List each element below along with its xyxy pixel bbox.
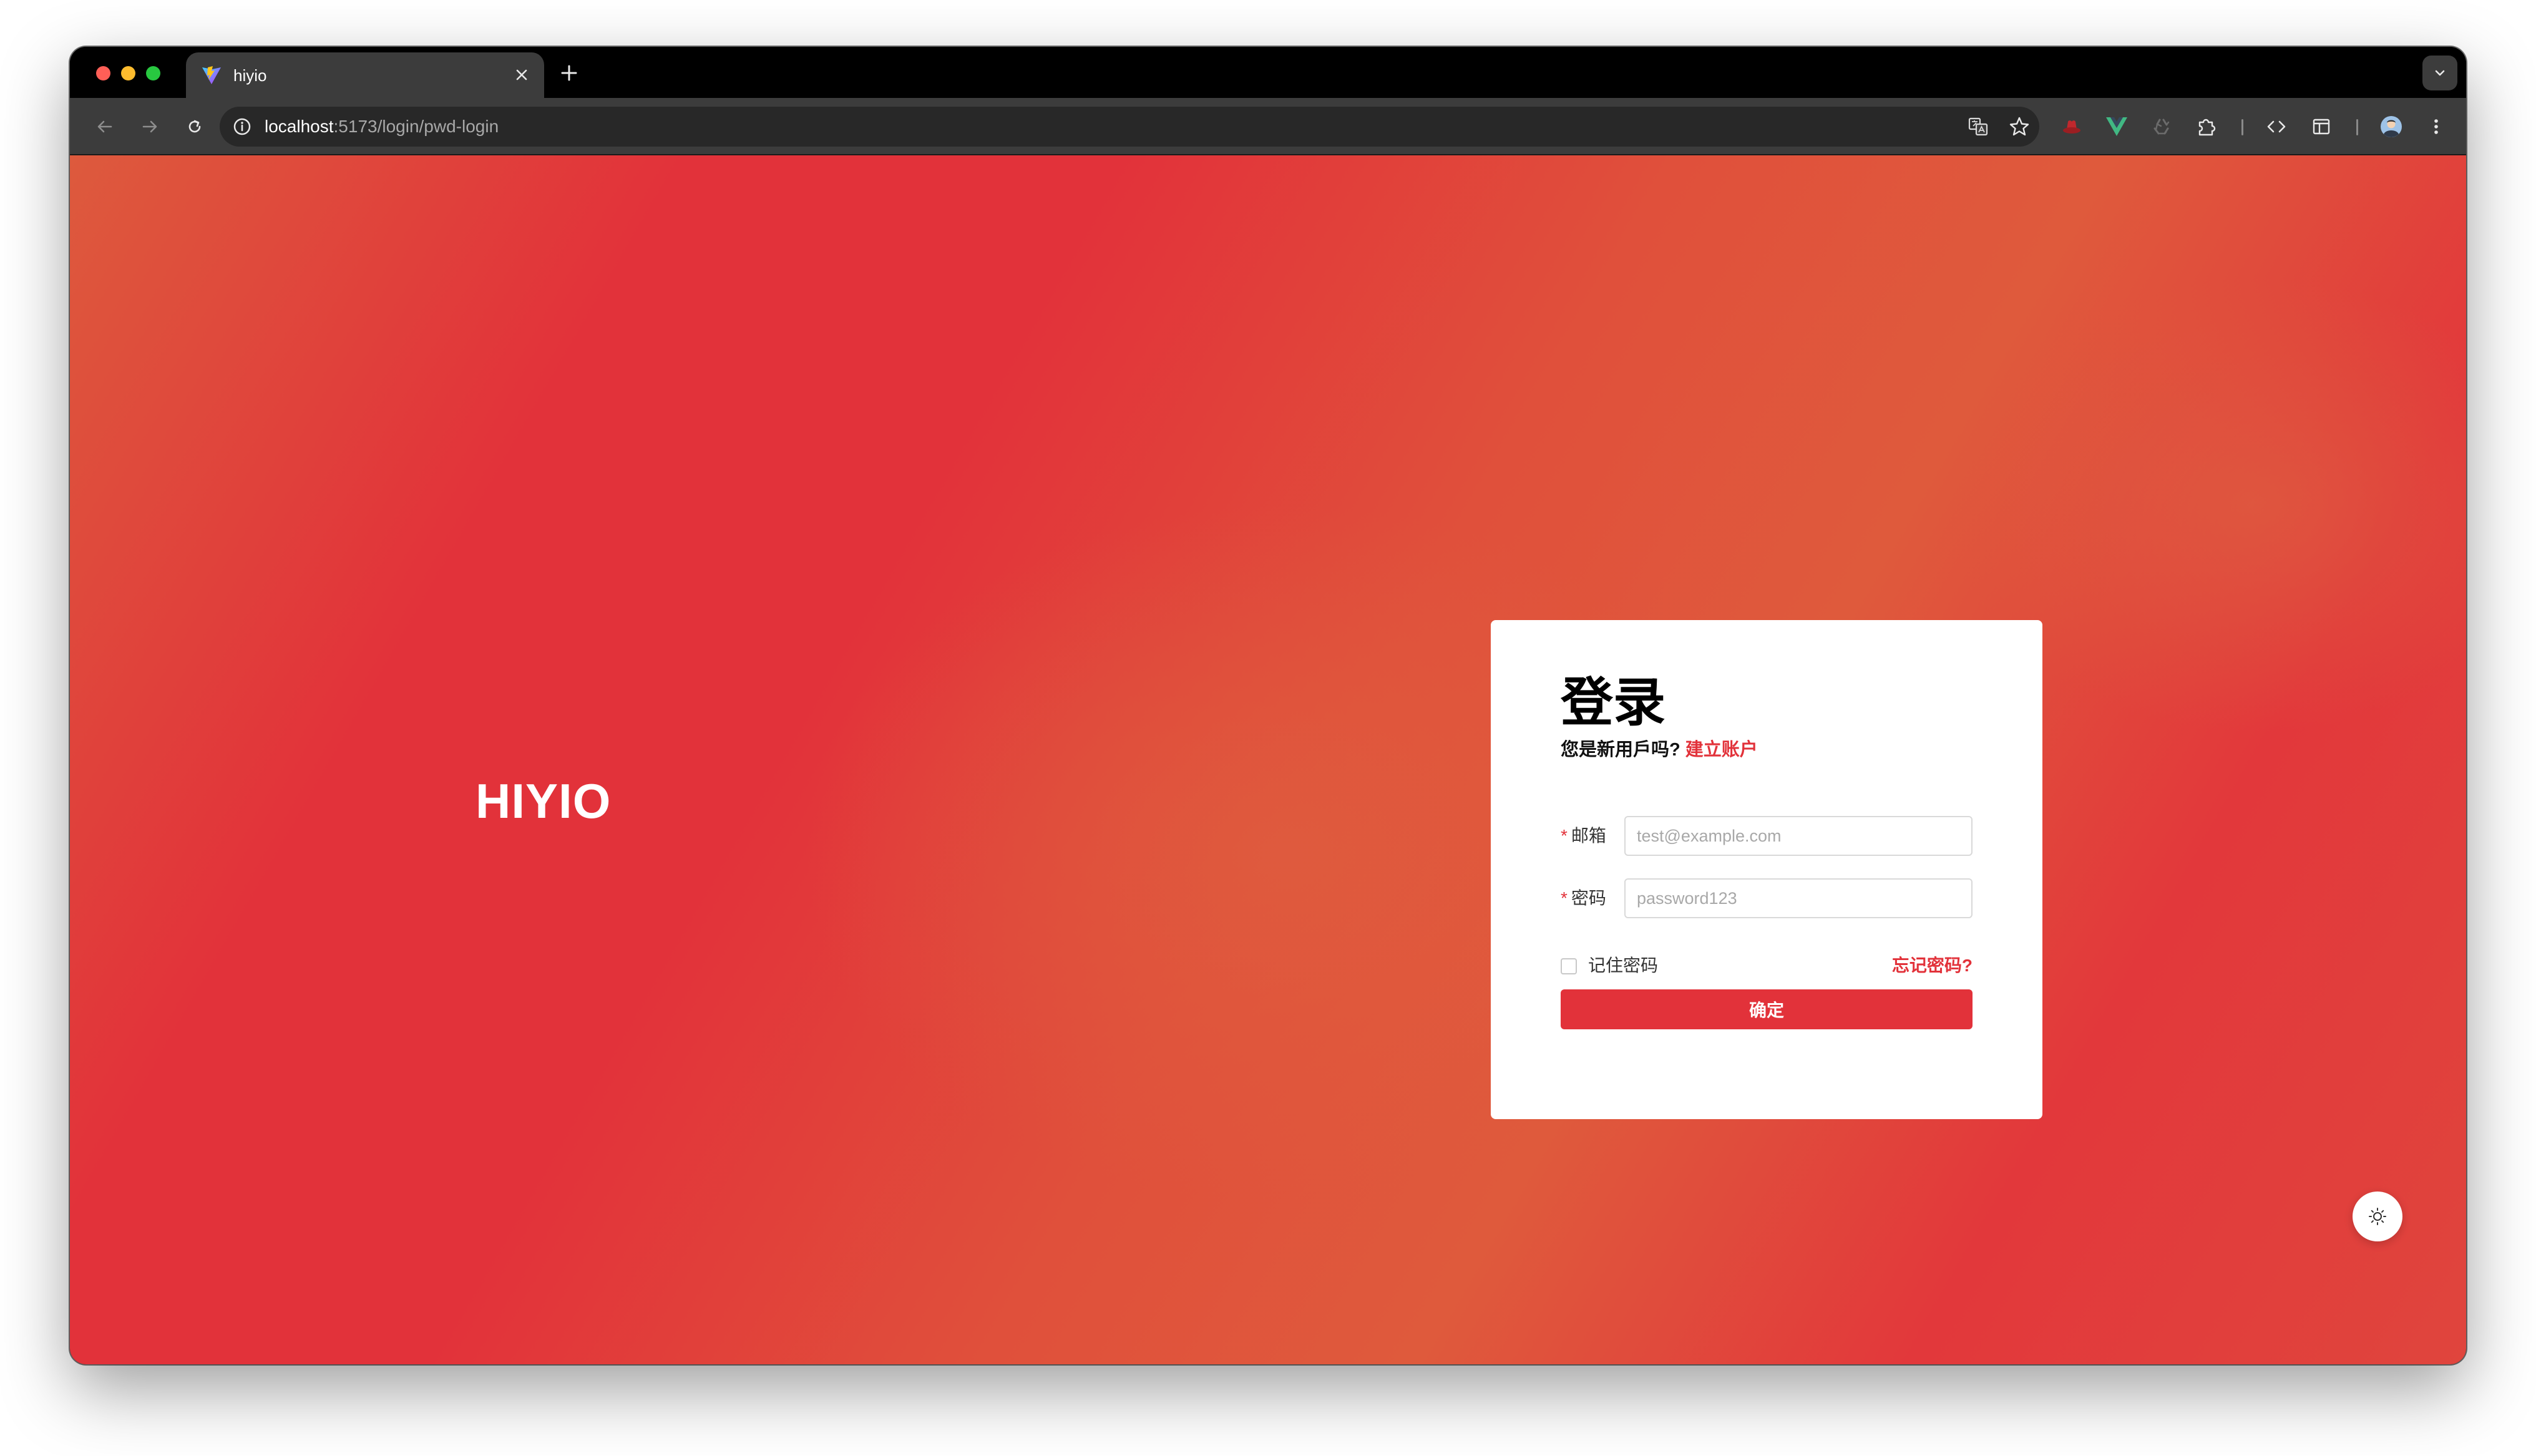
url-host: localhost — [265, 117, 334, 136]
forward-arrow-icon[interactable] — [134, 110, 166, 143]
tab-title: hiyio — [233, 66, 267, 85]
theme-toggle-button[interactable] — [2353, 1191, 2402, 1241]
password-field[interactable] — [1624, 878, 1973, 918]
password-label-text: 密码 — [1571, 888, 1606, 908]
translate-icon[interactable] — [1967, 115, 1989, 138]
login-page: HIYIO 登录 您是新用戶吗? 建立账户 *邮箱 *密码 记住密码 忘记密码?… — [70, 155, 2466, 1364]
email-label-text: 邮箱 — [1571, 826, 1606, 845]
kebab-menu-icon[interactable] — [2421, 112, 2451, 142]
site-info-icon[interactable] — [231, 115, 253, 138]
vue-devtools-icon[interactable] — [2102, 112, 2132, 142]
browser-window: hiyio localhost:5173/login/pwd-login HIY… — [70, 47, 2466, 1364]
sun-icon — [2369, 1208, 2386, 1225]
browser-tab[interactable]: hiyio — [186, 52, 544, 98]
tab-close-icon[interactable] — [510, 64, 533, 86]
vite-logo-icon — [202, 66, 221, 84]
login-card: 登录 您是新用戶吗? 建立账户 *邮箱 *密码 记住密码 忘记密码? 确定 — [1491, 620, 2042, 1119]
browser-toolbar: localhost:5173/login/pwd-login — [70, 98, 2466, 155]
create-account-link[interactable]: 建立账户 — [1685, 740, 1758, 760]
remember-me-label[interactable]: 记住密码 — [1588, 954, 1658, 977]
reload-icon[interactable] — [178, 110, 211, 143]
password-label: * 密码 — [1561, 887, 1606, 910]
toolbar-divider — [2356, 119, 2358, 135]
signup-prompt-text: 您是新用戶吗? — [1561, 740, 1680, 760]
minimize-window-button[interactable] — [121, 66, 135, 80]
address-bar[interactable]: localhost:5173/login/pwd-login — [220, 107, 2039, 147]
back-arrow-icon[interactable] — [89, 110, 121, 143]
tab-strip: hiyio — [70, 47, 2466, 98]
profile-avatar-icon[interactable] — [2376, 112, 2406, 142]
maximize-window-button[interactable] — [146, 66, 160, 80]
password-row: * 密码 — [1561, 878, 1973, 918]
required-mark: * — [1561, 826, 1568, 845]
red-hat-icon[interactable] — [2057, 112, 2087, 142]
brand-logo-text: HIYIO — [476, 774, 612, 828]
star-icon[interactable] — [2008, 115, 2031, 138]
page-title: 登录 — [1561, 673, 1666, 732]
url-text: localhost:5173/login/pwd-login — [265, 116, 499, 137]
toolbar-divider — [2241, 119, 2243, 135]
email-label: * 邮箱 — [1561, 825, 1606, 847]
close-window-button[interactable] — [96, 66, 110, 80]
email-row: * 邮箱 — [1561, 816, 1973, 856]
code-icon[interactable] — [2261, 112, 2291, 142]
submit-button[interactable]: 确定 — [1561, 989, 1973, 1029]
url-path: :5173/login/pwd-login — [333, 117, 499, 136]
recycle-icon[interactable] — [2147, 112, 2177, 142]
chevron-down-icon[interactable] — [2422, 56, 2457, 90]
puzzle-icon[interactable] — [2192, 112, 2221, 142]
layout-panel-icon[interactable] — [2306, 112, 2336, 142]
signup-prompt: 您是新用戶吗? 建立账户 — [1561, 739, 1758, 761]
plus-icon[interactable] — [557, 61, 582, 85]
forgot-password-link[interactable]: 忘记密码? — [1892, 954, 1973, 977]
remember-me-checkbox[interactable] — [1561, 958, 1577, 974]
email-field[interactable] — [1624, 816, 1973, 856]
required-mark: * — [1561, 888, 1568, 908]
